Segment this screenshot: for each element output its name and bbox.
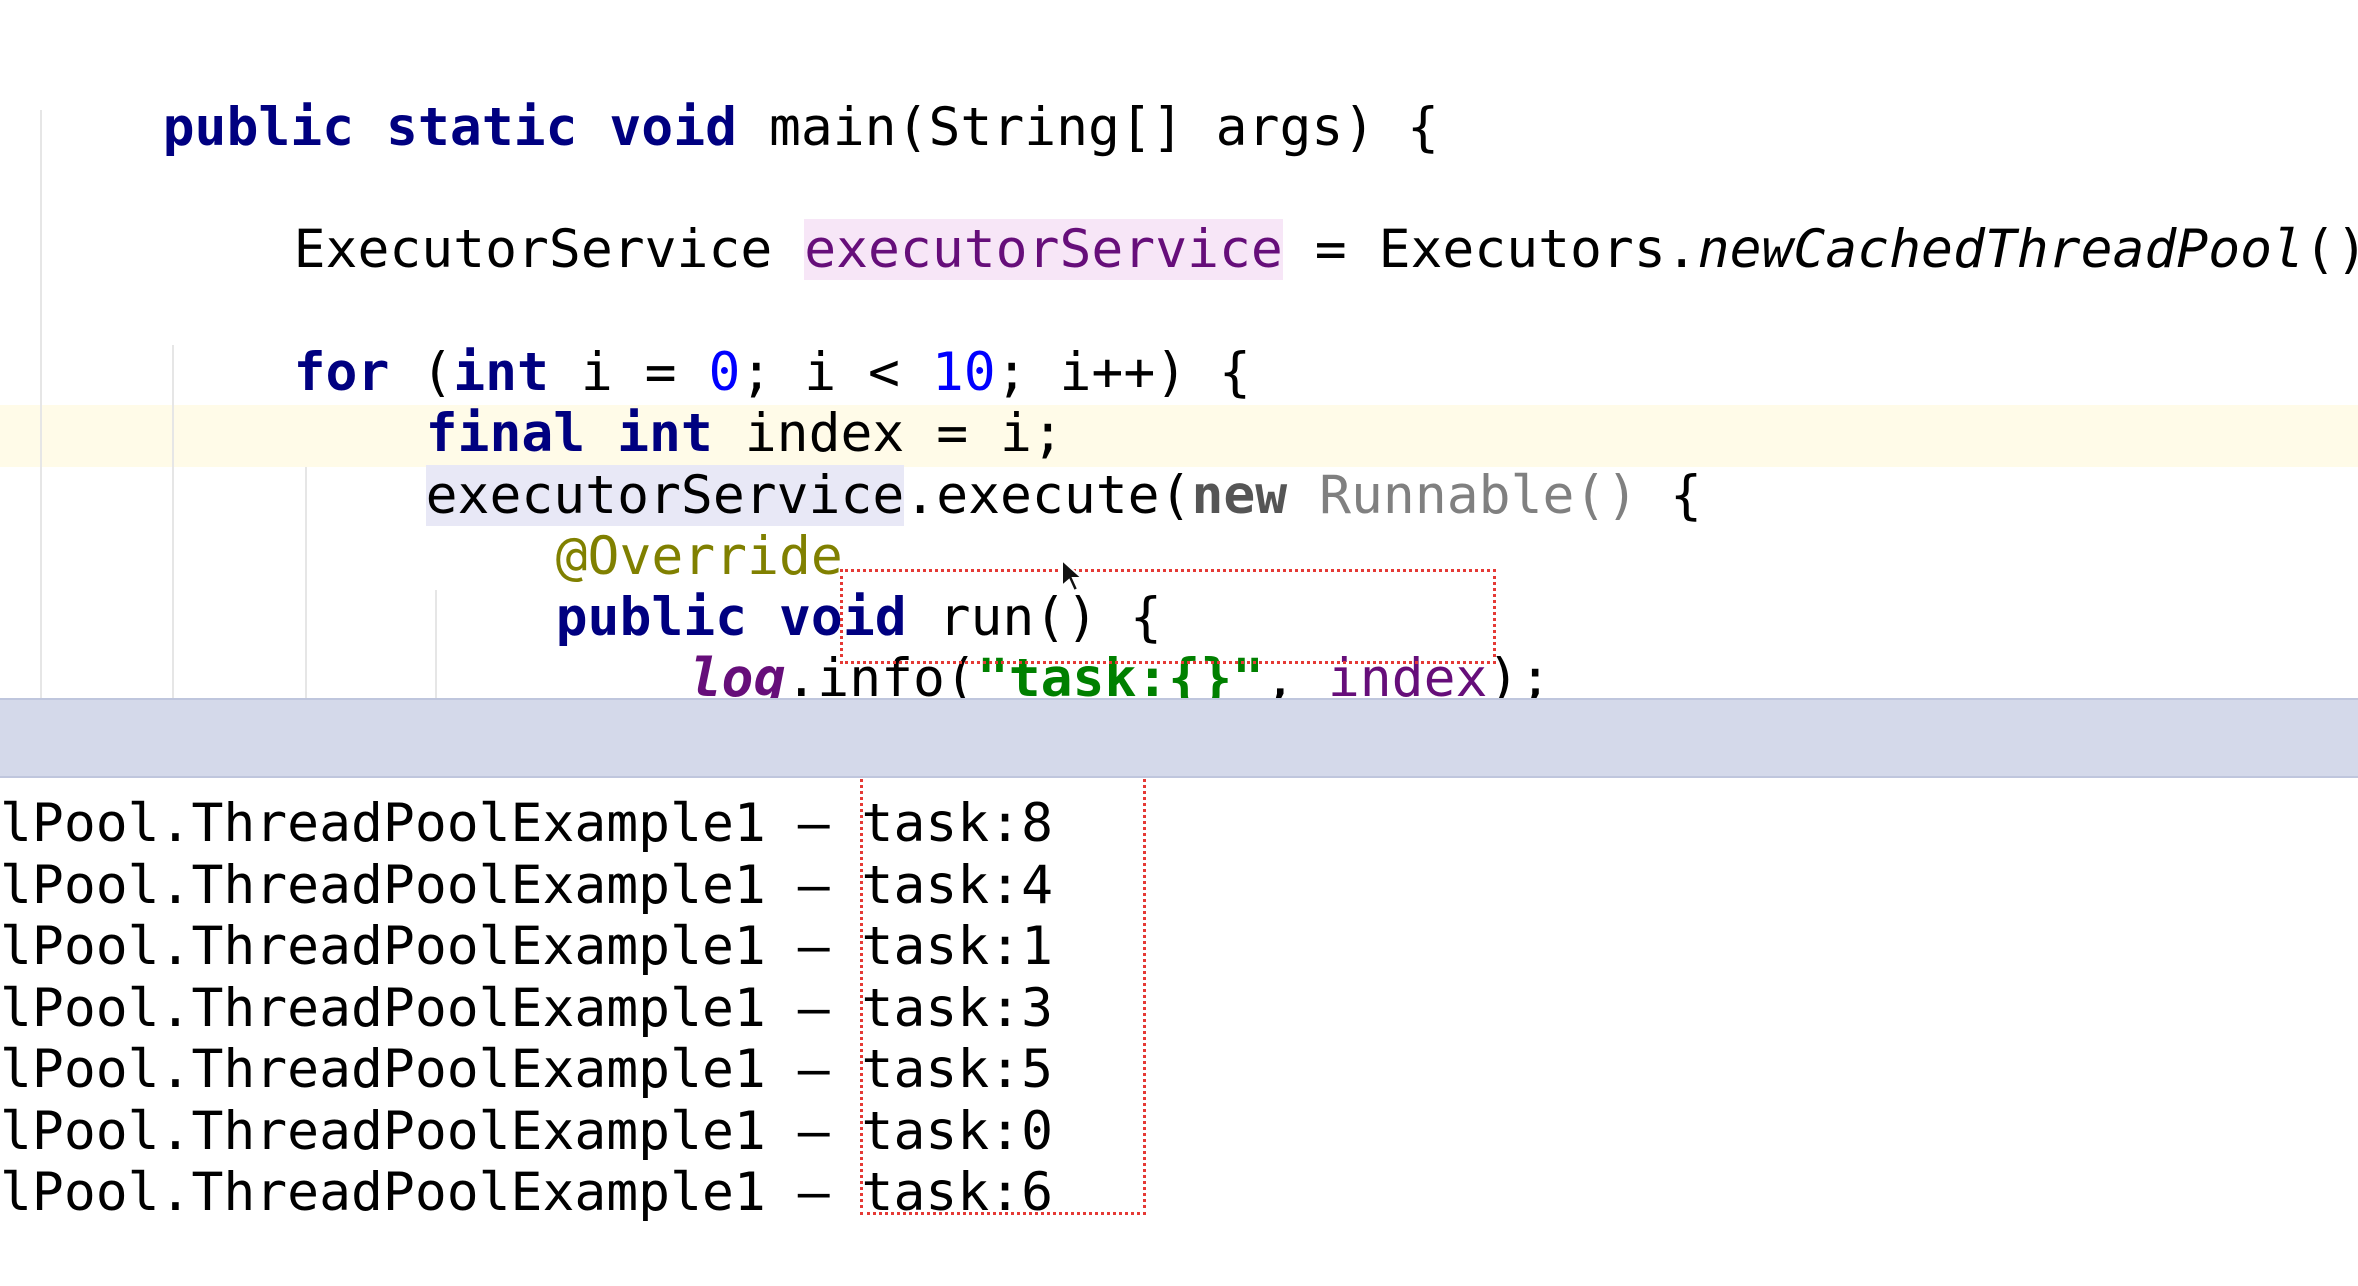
variable-reference: index [1327,648,1488,699]
code-line[interactable]: executorService.execute(new Runnable() { [298,406,1702,526]
console-row: lPool.ThreadPoolExample1 – task:1 [0,917,1053,977]
code-line[interactable]: public static void main(String[] args) { [35,38,1439,158]
console-row: lPool.ThreadPoolExample1 – task:8 [0,794,1053,854]
field-reference: log [689,648,786,699]
console-logger-prefix: lPool.ThreadPoolExample1 – [0,854,862,916]
code-line[interactable]: for (int i = 0; i < 10; i++) { [166,283,1251,403]
code-editor[interactable]: public static void main(String[] args) {… [0,0,2358,698]
code-text: .execute( [904,465,1192,526]
console-row: lPool.ThreadPoolExample1 – task:5 [0,1040,1053,1100]
type-name: ExecutorService [293,219,773,280]
console-row: lPool.ThreadPoolExample1 – task:6 [0,1163,1053,1223]
code-text: { [1638,465,1703,526]
console-message: task:1 [861,916,1053,977]
highlighted-variable: executorService [804,219,1283,280]
keyword: void [609,97,738,158]
code-text: (); [2303,219,2358,280]
console-message: task:4 [861,854,1053,916]
console-logger-prefix: lPool.ThreadPoolExample1 – [0,977,862,1039]
code-line[interactable]: log.info("task:{}", index); [562,589,1552,699]
code-text: Runnable() [1287,465,1639,526]
console-logger-prefix: lPool.ThreadPoolExample1 – [0,793,862,854]
method-name: newCachedThreadPool [1697,219,2304,280]
console-row: lPool.ThreadPoolExample1 – task:0 [0,1100,1053,1162]
code-line[interactable]: @Override [428,467,843,587]
console-row: lPool.ThreadPoolExample1 – task:4 [0,854,1053,916]
code-line[interactable]: } [428,650,588,698]
console-message: task:8 [861,793,1053,854]
code-text: = Executors. [1282,219,1698,280]
console-message: task:5 [861,1039,1053,1100]
keyword: static [386,97,578,158]
string-literal: "task:{}" [976,648,1265,699]
keyword: new [1191,465,1288,526]
console-logger-prefix: lPool.ThreadPoolExample1 – [0,1100,862,1162]
console-output[interactable]: lPool.ThreadPoolExample1 – task:8 lPool.T… [0,778,2358,1286]
console-message: task:3 [861,977,1053,1039]
console-logger-prefix: lPool.ThreadPoolExample1 – [0,916,862,977]
code-text: , [1264,648,1328,699]
code-line[interactable]: final int index = i; [298,344,1064,464]
console-row: lPool.ThreadPoolExample1 – task:3 [0,977,1053,1039]
mouse-pointer-icon [1061,558,1085,593]
console-logger-prefix: lPool.ThreadPoolExample1 – [0,1039,862,1100]
console-message: task:0 [861,1100,1053,1162]
code-text: main(String[] args) { [768,97,1440,158]
code-text: .info( [785,648,977,699]
console-header[interactable]: adPoolExample1 [0,698,2358,838]
console-logger-prefix: lPool.ThreadPoolExample1 – [0,1162,862,1223]
keyword: public [162,97,355,158]
console-message: task:6 [861,1162,1053,1223]
code-line[interactable]: public void run() { [428,528,1162,648]
code-text: ); [1487,648,1552,699]
code-line[interactable]: ExecutorService executorService = Execut… [166,160,2358,280]
